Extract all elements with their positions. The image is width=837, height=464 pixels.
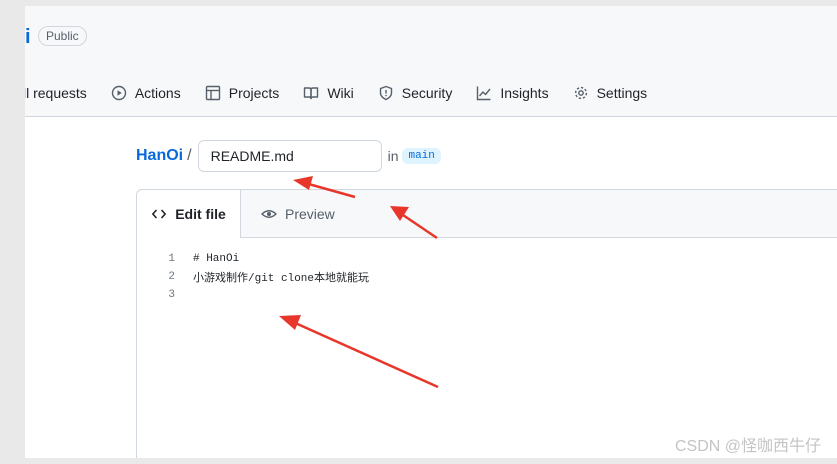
breadcrumb-separator: / [187, 147, 192, 164]
code-line: 2 小游戏制作/git clone本地就能玩 [137, 268, 837, 286]
tab-pull-requests[interactable]: ll requests [25, 85, 87, 101]
play-icon [111, 85, 127, 101]
shield-icon [379, 85, 392, 101]
nav-label-security: Security [401, 85, 453, 101]
code-line: 3 [137, 286, 837, 304]
tab-edit-label: Edit file [175, 206, 226, 222]
line-content: # HanOi [193, 253, 240, 265]
table-icon [205, 85, 220, 101]
nav-label-settings: Settings [596, 85, 648, 101]
tab-preview[interactable]: Preview [261, 190, 335, 237]
graph-icon [477, 86, 491, 101]
tab-projects[interactable]: Projects [205, 85, 280, 101]
code-icon [152, 209, 167, 219]
in-label: in [387, 148, 399, 164]
code-line: 1 # HanOi [137, 250, 837, 268]
nav-label-pull-requests: ll requests [25, 85, 87, 101]
eye-icon [261, 209, 277, 218]
tab-security[interactable]: Security [378, 85, 453, 101]
tab-insights[interactable]: Insights [476, 85, 549, 101]
line-content: 小游戏制作/git clone本地就能玩 [193, 273, 370, 285]
nav-label-wiki: Wiki [327, 85, 354, 101]
branch-badge[interactable]: main [402, 148, 441, 164]
file-editor: Edit file Preview 1 # HanOi 2 小游戏制作/git … [136, 189, 837, 458]
tab-edit-file[interactable]: Edit file [137, 190, 241, 238]
tab-wiki[interactable]: Wiki [303, 85, 354, 101]
line-number: 3 [168, 289, 175, 301]
nav-label-insights: Insights [500, 85, 549, 101]
code-area[interactable]: 1 # HanOi 2 小游戏制作/git clone本地就能玩 3 [137, 250, 837, 304]
book-icon [304, 87, 319, 100]
repo-name-fragment[interactable]: i [25, 26, 31, 49]
nav-label-actions: Actions [134, 85, 181, 101]
tab-preview-label: Preview [285, 205, 335, 222]
line-number: 1 [168, 253, 175, 265]
gear-icon [574, 86, 587, 100]
visibility-badge: Public [38, 26, 87, 46]
tab-actions[interactable]: Actions [111, 85, 181, 101]
tab-settings[interactable]: Settings [573, 85, 648, 101]
editor-tabbar: Edit file Preview [137, 190, 837, 238]
repo-header: i Public ll requests Actions Projects Wi… [25, 6, 837, 117]
nav-label-projects: Projects [228, 85, 280, 101]
filename-input[interactable] [197, 140, 382, 172]
repo-nav: ll requests Actions Projects Wiki Securi… [25, 80, 671, 106]
line-number: 2 [168, 271, 175, 283]
owner-link[interactable]: HanOi [136, 147, 183, 165]
csdn-watermark: CSDN @怪咖西牛仔 [674, 438, 821, 455]
breadcrumb: HanOi / in main [136, 140, 441, 172]
github-page: i Public ll requests Actions Projects Wi… [25, 6, 837, 458]
